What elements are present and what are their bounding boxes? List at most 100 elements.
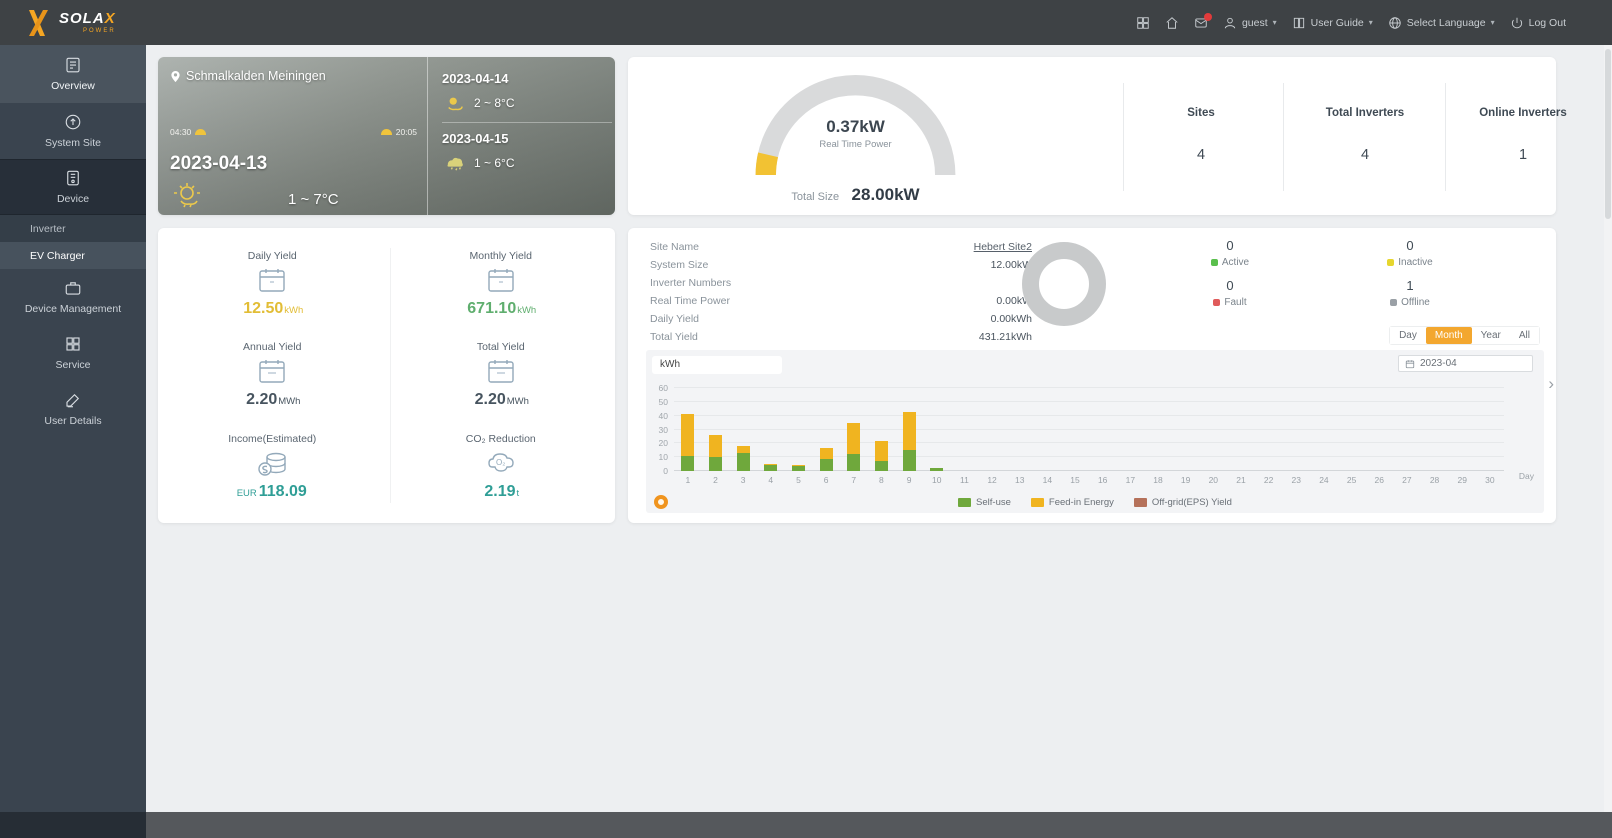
bar-day-10[interactable] [930,388,944,471]
submenu-item-label: EV Charger [30,249,85,262]
bar-day-16[interactable] [1096,388,1109,471]
home-icon[interactable] [1165,16,1179,30]
bar-day-27[interactable] [1400,388,1413,471]
unit-select[interactable]: kWh [652,356,782,374]
bar-day-26[interactable] [1373,388,1386,471]
range-all-button[interactable]: All [1509,327,1539,344]
sun-cloud-icon [448,97,463,111]
message-icon[interactable] [1194,12,1212,30]
weather-location: Schmalkalden Meiningen [186,69,326,83]
bar-day-19[interactable] [1179,388,1192,471]
legend-item-feed-in[interactable]: Feed-in Energy [1030,497,1114,508]
logout-button[interactable]: Log Out [1510,16,1566,30]
user-menu[interactable]: guest ▾ [1223,16,1277,30]
bar-slot [1255,388,1283,471]
language-menu[interactable]: Select Language ▾ [1388,16,1495,30]
bar-day-9[interactable] [902,388,916,471]
submenu-item-ev-charger[interactable]: EV Charger [0,242,146,269]
dashboard-icon [66,57,80,73]
legend-item-eps[interactable]: Off-grid(EPS) Yield [1133,497,1232,508]
bar-day-11[interactable] [958,388,971,471]
status-dot [1210,259,1218,266]
bar-day-12[interactable] [986,388,999,471]
legend-swatch [1133,498,1147,507]
bar-day-23[interactable] [1290,388,1303,471]
total-size-label: Total Size [791,191,840,203]
site-name-link[interactable]: Hebert Site2 [974,241,1032,253]
sidebar-item-device[interactable]: Device [0,159,146,215]
legend-swatch [1030,498,1044,507]
brand-name: SOLAX [59,10,116,27]
bar-slot [1199,388,1227,471]
detail-row: Real Time Power 0.00kW [650,295,1032,307]
date-picker[interactable]: 2023-04 [1398,355,1533,372]
x-tick-label: 16 [1097,475,1108,485]
logout-label: Log Out [1528,16,1566,29]
bar-day-3[interactable] [736,388,750,471]
bar-segment [819,459,833,471]
legend-item-self-use[interactable]: Self-use [958,497,1011,508]
bar-day-29[interactable] [1456,388,1469,471]
bar-day-7[interactable] [847,388,861,471]
weather-temp: 1 ~ 7°C [288,191,339,208]
yield-value-wrap: 2.20MWh [474,391,529,409]
x-tick-label: 1 [685,475,691,485]
sidebar-item-system-site[interactable]: System Site [0,103,146,159]
bar-day-13[interactable] [1013,388,1026,471]
bar-day-4[interactable] [764,388,778,471]
bar-segment [902,449,916,471]
bar-slot [1338,388,1366,471]
sunset-icon [380,129,392,135]
bar-day-20[interactable] [1207,388,1220,471]
range-year-button[interactable]: Year [1471,327,1510,344]
bar-day-17[interactable] [1124,388,1137,471]
bar-day-21[interactable] [1234,388,1247,471]
bar-day-1[interactable] [681,388,695,471]
sidebar-item-label: Device Management [24,303,122,315]
bar-day-30[interactable] [1483,388,1496,471]
bar-day-15[interactable] [1069,388,1082,471]
bar-slot [1117,388,1145,471]
bar-day-28[interactable] [1428,388,1441,471]
bar-day-14[interactable] [1041,388,1054,471]
notification-badge [1203,12,1212,21]
yield-tile-daily: Daily Yield 12.50kWh [243,249,304,317]
range-month-button[interactable]: Month [1425,327,1472,344]
bar-day-2[interactable] [708,388,722,471]
x-tick-label: 3 [740,475,746,485]
submenu-item-inverter[interactable]: Inverter [0,215,146,242]
x-tick-label: 12 [987,475,997,485]
sidebar-item-device-management[interactable]: Device Management [0,269,146,325]
sidebar-item-overview[interactable]: Overview [0,45,146,103]
apps-icon[interactable] [1136,16,1150,30]
x-tick-label: 21 [1236,475,1246,485]
language-label: Select Language [1406,16,1486,29]
sunrise-time: 04:30 [170,127,207,137]
bar-segment [708,435,722,458]
sidebar-item-service[interactable]: Service [0,325,146,381]
bar-day-8[interactable] [874,388,888,471]
y-tick-label: 20 [658,438,668,449]
scrollbar-thumb[interactable] [1605,49,1611,219]
bar-day-22[interactable] [1262,388,1275,471]
sidebar-item-label: Device [56,193,90,205]
bar-day-18[interactable] [1151,388,1164,471]
x-tick-label: 9 [906,475,912,485]
status-active: 0 Active [1140,238,1320,268]
bar-slot [1061,388,1089,471]
bar-day-5[interactable] [791,388,805,471]
bar-slot [785,388,813,471]
y-axis-ticks: 0 10 20 30 40 50 60 [650,383,670,476]
x-tick-label: 27 [1402,475,1412,485]
bar-day-24[interactable] [1317,388,1330,471]
range-day-button[interactable]: Day [1390,327,1426,344]
bar-day-6[interactable] [819,388,833,471]
summary-card: 0.37kW Real Time Power Total Size 28.00k… [628,57,1567,215]
user-guide-menu[interactable]: User Guide ▾ [1292,16,1373,30]
sidebar-item-user-details[interactable]: User Details [0,381,146,437]
yield-tile-income: Income(Estimated) EUR 118.09 [228,433,317,501]
weather-card: Schmalkalden Meiningen 04:30 20:05 2023-… [158,57,615,215]
calendar-icon [259,268,285,292]
next-page-chevron[interactable]: › [1548,374,1554,394]
bar-day-25[interactable] [1345,388,1358,471]
